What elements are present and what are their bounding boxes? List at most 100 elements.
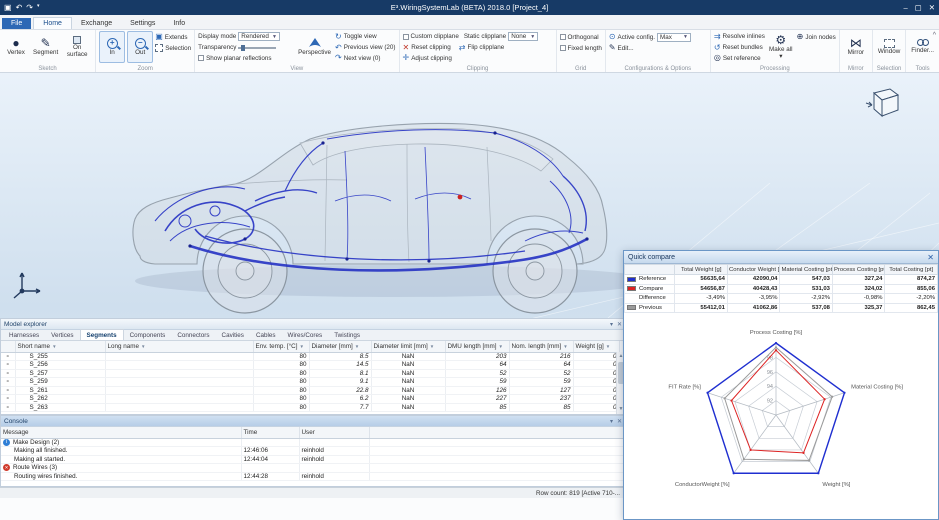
column-header[interactable] <box>369 427 625 438</box>
show-planar-reflections-checkbox[interactable]: Show planar reflections <box>198 53 294 63</box>
active-config-select[interactable]: Max ▼ <box>657 33 691 42</box>
table-row[interactable]: ▫S_263807.7NaN85850 <box>1 403 625 412</box>
table-row[interactable]: ▫S_257808.1NaN52520 <box>1 369 625 378</box>
orthogonal-checkbox[interactable]: Orthogonal <box>560 32 602 42</box>
column-header[interactable]: Diameter limit [mm]▼ <box>371 341 445 352</box>
console-row[interactable]: ✕Route Wires (3) <box>1 464 625 473</box>
filter-funnel-icon[interactable]: ▼ <box>606 344 610 349</box>
column-header[interactable]: Time <box>241 427 299 438</box>
compare-row[interactable]: Reference56635,6442090,04547,03327,24874… <box>625 275 938 285</box>
window-selection-icon <box>884 39 895 48</box>
compare-row[interactable]: Difference-3,49%-3,95%-2,92%-0,98%-2,20% <box>625 294 938 304</box>
tab-cavities[interactable]: Cavities <box>216 330 250 340</box>
tab-segments[interactable]: Segments <box>80 329 124 340</box>
next-view-button[interactable]: ↷ Next view (0) <box>335 53 396 63</box>
table-row[interactable]: ▫S_259809.1NaN59590 <box>1 378 625 387</box>
compare-row[interactable]: Compare54656,8740428,43531,03324,02855,0… <box>625 284 938 294</box>
adjust-clipping-button[interactable]: ✛ Adjust clipping <box>403 54 553 64</box>
window-selection-button[interactable]: Window <box>876 31 902 63</box>
active-config-label: Active config. <box>618 34 655 41</box>
fixed-length-checkbox[interactable]: Fixed length <box>560 43 602 53</box>
zoom-out-button[interactable]: − Out <box>127 31 153 63</box>
column-header[interactable]: Weight [g]▼ <box>573 341 619 352</box>
checkbox-icon <box>198 55 204 61</box>
filter-funnel-icon[interactable]: ▼ <box>141 344 145 349</box>
edit-config-button[interactable]: ✎ Edit... <box>609 43 707 53</box>
ribbon-collapse-button[interactable]: ^ <box>933 32 936 39</box>
filter-funnel-icon[interactable]: ▼ <box>499 344 503 349</box>
custom-clipplane-checkbox[interactable] <box>403 34 409 40</box>
flip-clipplane-button[interactable]: ⇄ Flip clipplane <box>459 43 504 53</box>
tab-wires-cores[interactable]: Wires/Cores <box>282 330 329 340</box>
filter-funnel-icon[interactable]: ▼ <box>299 344 303 349</box>
maximize-button[interactable]: ▢ <box>915 3 922 12</box>
tab-connectors[interactable]: Connectors <box>171 330 215 340</box>
column-header[interactable]: Diameter [mm]▼ <box>309 341 371 352</box>
ribbon-tab-file[interactable]: File <box>2 18 31 29</box>
zoom-selection-button[interactable]: Selection <box>155 43 191 53</box>
mirror-button[interactable]: ⋈ Mirror <box>843 31 869 63</box>
set-reference-button[interactable]: ◎ Set reference <box>714 53 765 63</box>
tab-harnesses[interactable]: Harnesses <box>3 330 45 340</box>
table-row[interactable]: ▫S_255808.5NaN2032160 <box>1 352 625 361</box>
previous-view-button[interactable]: ↶ Previous view (20) <box>335 43 396 53</box>
quick-compare-title-bar[interactable]: Quick compare ✕ <box>624 251 938 264</box>
join-nodes-checkbox[interactable]: ⊕ Join nodes <box>797 32 836 42</box>
close-button[interactable]: ✕ <box>929 3 935 12</box>
table-row[interactable]: ▫S_262806.2NaN2272370 <box>1 395 625 404</box>
console-row[interactable]: iMake Design (2) <box>1 438 625 447</box>
console-header[interactable]: Console ▾✕ <box>1 416 625 427</box>
filter-funnel-icon[interactable]: ▼ <box>52 344 56 349</box>
next-view-icon: ↷ <box>335 54 342 62</box>
perspective-button[interactable]: Perspective <box>296 31 333 63</box>
toggle-view-button[interactable]: ↻ Toggle view <box>335 32 396 42</box>
zoom-in-button[interactable]: + In <box>99 31 125 63</box>
tab-vertices[interactable]: Vertices <box>45 330 79 340</box>
filter-funnel-icon[interactable]: ▼ <box>430 344 434 349</box>
column-header[interactable]: Long name▼ <box>105 341 253 352</box>
column-header[interactable]: Short name▼ <box>15 341 105 352</box>
close-icon[interactable]: ✕ <box>927 253 934 262</box>
transparency-slider[interactable] <box>238 44 276 52</box>
ribbon-tab-exchange[interactable]: Exchange <box>72 18 121 29</box>
column-header[interactable]: User <box>299 427 369 438</box>
display-mode-label: Display mode <box>198 33 236 40</box>
column-header <box>625 265 675 275</box>
package-icon[interactable] <box>862 85 902 119</box>
segment-button[interactable]: ✎ Segment <box>31 31 60 63</box>
filter-funnel-icon[interactable]: ▼ <box>355 344 359 349</box>
column-header[interactable]: Message <box>1 427 241 438</box>
display-mode-select[interactable]: Rendered ▼ <box>238 32 280 41</box>
static-clipplane-select[interactable]: None ▼ <box>508 32 538 41</box>
binoculars-icon <box>917 39 929 47</box>
console-row[interactable]: Making all started.12:44:04reinhold <box>1 455 625 464</box>
column-header[interactable] <box>1 341 15 352</box>
console-row[interactable]: Making all finished.12:46:06reinhold <box>1 447 625 456</box>
table-row[interactable]: ▫S_2618022.8NaN1261270 <box>1 386 625 395</box>
zoom-extends-button[interactable]: ▣ Extends <box>155 32 191 42</box>
vertex-button[interactable]: ● Vertex <box>3 31 29 63</box>
pin-icon[interactable]: ▾ <box>610 321 613 328</box>
filter-funnel-icon[interactable]: ▼ <box>563 344 567 349</box>
on-surface-button[interactable]: On surface <box>62 31 92 63</box>
resolve-inlines-button[interactable]: ⇉ Resolve inlines <box>714 32 765 42</box>
tab-components[interactable]: Components <box>124 330 172 340</box>
minimize-button[interactable]: – <box>903 3 907 12</box>
tab-cables[interactable]: Cables <box>250 330 282 340</box>
close-icon[interactable]: ✕ <box>617 321 622 328</box>
ribbon-tab-info[interactable]: Info <box>164 18 194 29</box>
reset-clipping-button[interactable]: ✕ Reset clipping <box>403 43 451 53</box>
ribbon-tab-settings[interactable]: Settings <box>121 18 164 29</box>
column-header[interactable]: Nom. length [mm]▼ <box>509 341 573 352</box>
table-row[interactable]: ▫S_2568014.5NaN64640 <box>1 361 625 370</box>
pin-icon[interactable]: ▾ <box>610 418 613 425</box>
compare-row[interactable]: Previous55412,0141062,86537,08325,37862,… <box>625 303 938 313</box>
tab-twistings[interactable]: Twistings <box>328 330 366 340</box>
column-header[interactable]: DMU length [mm]▼ <box>445 341 509 352</box>
ribbon-tab-home[interactable]: Home <box>33 17 72 29</box>
column-header[interactable]: Env. temp. [°C]▼ <box>253 341 309 352</box>
console-row[interactable]: Routing wires finished.12:44:28reinhold <box>1 472 625 481</box>
close-icon[interactable]: ✕ <box>617 418 622 425</box>
make-all-button[interactable]: ⚙ Make all ▾ <box>767 31 795 63</box>
reset-bundles-button[interactable]: ↺ Reset bundles <box>714 43 765 53</box>
